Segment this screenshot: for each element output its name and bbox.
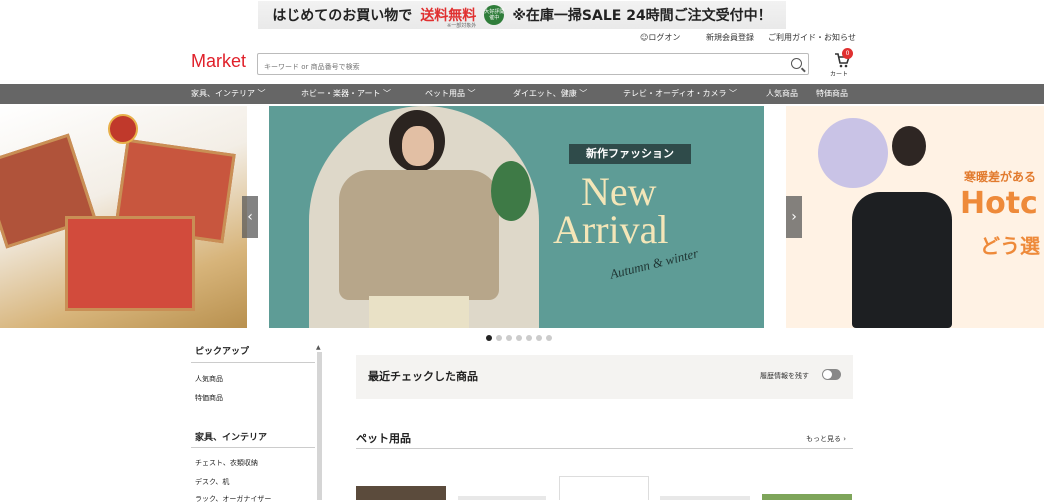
carousel-dots: [486, 335, 552, 341]
nav-item-hobby[interactable]: ホビー・楽器・アート ﹀: [301, 88, 391, 99]
banner-right-title: Hotc: [960, 186, 1038, 221]
nav-item-pet[interactable]: ペット用品 ﹀: [425, 88, 476, 99]
promo-badge: 大好評開催中: [484, 5, 504, 25]
guide-link[interactable]: ご利用ガイド・お知らせ: [768, 32, 856, 43]
carousel-dot[interactable]: [546, 335, 552, 341]
carousel-dot[interactable]: [486, 335, 492, 341]
category-sidebar: ピックアップ 人気商品 特価商品 家具、インテリア チェスト、衣類収納 デスク、…: [191, 340, 322, 503]
model-head: [892, 126, 926, 166]
model-top-image: [852, 192, 952, 328]
banner-title-arrival: Arrival: [553, 207, 669, 252]
nav-item-furniture[interactable]: 家具、インテリア ﹀: [191, 88, 266, 99]
carousel-dot[interactable]: [536, 335, 542, 341]
carousel-prev-button[interactable]: ‹: [242, 196, 258, 238]
promo-banner[interactable]: はじめてのお買い物で 送料無料 ※一部対象外 大好評開催中 ※在庫一掃SALE …: [0, 0, 1044, 30]
cart-count-badge: 0: [842, 48, 853, 59]
sidebar-item-popular[interactable]: 人気商品: [195, 374, 223, 384]
cart-button[interactable]: 0 カート: [830, 48, 854, 80]
top-links: ☺ログオン 新規会員登録 ご利用ガイド・お知らせ: [0, 30, 1044, 44]
product-thumbnail[interactable]: [559, 476, 649, 500]
carousel-slide-osechi[interactable]: [0, 106, 247, 328]
scroll-up-icon[interactable]: ▲: [316, 344, 321, 351]
banner-tag: 新作ファッション: [569, 144, 691, 164]
sidebar-item-chest[interactable]: チェスト、衣類収納: [195, 458, 258, 468]
search-box: [257, 53, 809, 77]
divider: [191, 447, 315, 448]
banner-right-sub: どう選: [980, 234, 1040, 258]
carousel-next-button[interactable]: ›: [786, 196, 802, 238]
category-nav: 家具、インテリア ﹀ ホビー・楽器・アート ﹀ ペット用品 ﹀ ダイエット、健康…: [0, 84, 1044, 104]
divider: [191, 362, 315, 363]
sidebar-item-sale[interactable]: 特価商品: [195, 393, 223, 403]
history-toggle-label: 履歴情報を残す: [760, 372, 809, 380]
promo-note: ※一部対象外: [447, 23, 477, 29]
site-logo[interactable]: Market: [191, 51, 246, 72]
nav-item-sale[interactable]: 特価商品: [816, 88, 848, 99]
carousel-dot[interactable]: [516, 335, 522, 341]
login-link[interactable]: ☺ログオン: [640, 32, 680, 43]
login-label: ログオン: [648, 33, 681, 42]
register-link[interactable]: 新規会員登録: [706, 32, 754, 43]
plant-image: [491, 161, 531, 221]
sidebar-section-furniture[interactable]: 家具、インテリア: [195, 430, 267, 443]
product-thumbnail[interactable]: [356, 486, 446, 500]
product-thumbnail[interactable]: [458, 496, 546, 500]
product-thumbnail[interactable]: [660, 496, 750, 500]
see-more-link[interactable]: もっと見る ›: [806, 434, 846, 444]
promo-text-sale: ※在庫一掃SALE 24時間ご注文受付中！: [512, 8, 772, 24]
carousel-dot[interactable]: [496, 335, 502, 341]
inset-photo: [818, 118, 888, 188]
sidebar-section-pickup: ピックアップ: [195, 347, 250, 357]
nav-item-tv-audio[interactable]: テレビ・オーディオ・カメラ ﹀: [623, 88, 737, 99]
divider: [356, 448, 853, 449]
search-icon[interactable]: [791, 58, 802, 69]
temari-ball-image: [108, 114, 138, 144]
nav-item-popular[interactable]: 人気商品: [766, 88, 798, 99]
carousel-dot[interactable]: [506, 335, 512, 341]
nav-item-diet[interactable]: ダイエット、健康 ﹀: [513, 88, 587, 99]
sidebar-scrollbar[interactable]: [317, 352, 322, 500]
search-input[interactable]: [258, 57, 778, 77]
history-toggle[interactable]: [822, 369, 841, 380]
banner-right-text: 寒暖差がある: [964, 170, 1037, 184]
cart-label: カート: [830, 71, 849, 78]
recent-items-title: 最近チェックした商品: [368, 370, 478, 383]
promo-banner-inner[interactable]: はじめてのお買い物で 送料無料 ※一部対象外 大好評開催中 ※在庫一掃SALE …: [258, 1, 786, 29]
sidebar-item-desk[interactable]: デスク、机: [195, 477, 229, 487]
carousel-slide-new-arrival[interactable]: 新作ファッション New Arrival Autumn & winter: [269, 106, 764, 328]
osechi-box-image: [65, 216, 195, 311]
promo-text-first-purchase: はじめてのお買い物で: [272, 8, 413, 24]
sidebar-item-rack[interactable]: ラック、オーガナイザー: [195, 494, 271, 504]
pet-section-title: ペット用品: [356, 432, 411, 445]
product-thumbnail[interactable]: [762, 494, 852, 500]
carousel-slide-hot-wear[interactable]: 寒暖差がある Hotc どう選: [786, 106, 1044, 328]
recent-items-panel: 最近チェックした商品 履歴情報を残す: [356, 355, 853, 399]
carousel-dot[interactable]: [526, 335, 532, 341]
